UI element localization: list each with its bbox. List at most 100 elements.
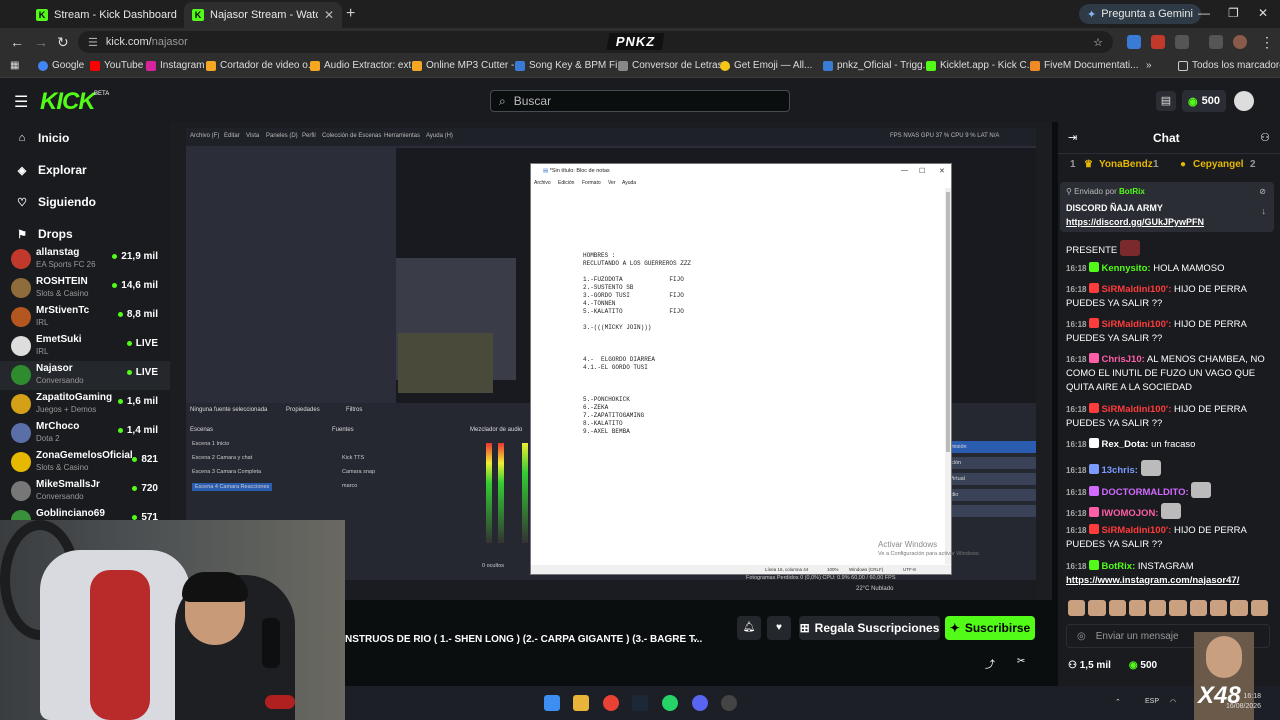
message-username[interactable]: SiRMaldini100': [1101,525,1171,536]
chat-message[interactable]: PRESENTE [1066,240,1274,258]
chat-message[interactable]: 16:18 Rex_Dota: un fracaso [1066,438,1274,452]
sidebar-channel[interactable]: EmetSuki IRL LIVE [0,332,170,361]
profile-icon[interactable] [1233,35,1247,49]
emote-icon[interactable] [1169,600,1187,616]
unpin-icon[interactable]: ⊘ [1259,187,1266,196]
emote-icon[interactable] [1128,600,1147,616]
message-username[interactable]: Rex_Dota: [1101,439,1148,450]
kick-logo[interactable]: KICK [40,88,96,116]
sidebar-item-drops[interactable]: ⚑ Drops [16,227,73,241]
chat-message[interactable]: 16:18 SiRMaldini100': HIJO DE PERRA PUEDE… [1066,524,1274,552]
chrome-icon[interactable] [603,695,619,711]
emote-icon[interactable] [1230,600,1248,616]
extension-icon[interactable] [1127,35,1141,49]
all-bookmarks[interactable]: Todos los marcadores [1178,60,1280,71]
message-username[interactable]: IWOMOJON: [1101,508,1158,519]
more-bookmarks-icon[interactable]: » [1146,60,1152,71]
sidebar-channel[interactable]: ROSHTEIN Slots & Casino 14,6 mil [0,274,170,303]
message-username[interactable]: 13chris: [1101,465,1137,476]
subscribe-button[interactable]: ✦ Suscribirse [945,616,1035,640]
sidebar-channel[interactable]: allanstag EA Sports FC 26 21,9 mil [0,245,170,274]
extensions-puzzle-icon[interactable] [1175,35,1189,49]
gift-subs-button[interactable]: ⊞ Regala Suscripciones [799,616,940,640]
share-icon[interactable]: ⤴ [985,656,995,671]
language-indicator[interactable]: ESP [1145,698,1159,705]
stream-title[interactable]: NSTRUOS DE RIO ( 1.- SHEN LONG ) (2.- CA… [345,634,702,645]
chat-message[interactable]: 16:18 Kennysito: HOLA MAMOSO [1066,262,1274,276]
points-button[interactable]: ◉ 500 [1182,90,1226,112]
expand-icon[interactable]: ↓ [1262,206,1267,216]
close-window-icon[interactable]: ✕ [1258,6,1268,20]
instagram-link[interactable]: https://www.instagram.com/najasor47/ [1066,574,1274,588]
chat-message[interactable]: 16:18 ChrisJ10: AL MENOS CHAMBEA, NO COMO… [1066,353,1274,395]
message-username[interactable]: SiRMaldini100': [1101,404,1171,415]
chat-message[interactable]: 16:18 SiRMaldini100': HIJO DE PERRA PUEDE… [1066,403,1274,431]
chat-message[interactable]: 16:18 SiRMaldini100': HIJO DE PERRA PUEDE… [1066,283,1274,311]
wifi-icon[interactable]: ◠ [1170,698,1176,706]
library-icon[interactable]: ▤ [1156,91,1176,111]
bookmark-star-icon[interactable]: ☆ [1093,36,1103,49]
chat-message[interactable]: 16:18 13chris: [1066,460,1274,478]
minimize-icon[interactable]: — [1198,6,1210,20]
steam-icon[interactable] [632,695,648,711]
bookmark-kicklet[interactable]: Kicklet.app - Kick C... [926,60,1035,71]
maximize-icon[interactable]: ❐ [1228,6,1239,20]
bookmark-get-emoji[interactable]: Get Emoji — All... [720,60,812,71]
clip-icon[interactable]: ✂ [1017,656,1025,667]
chat-message[interactable]: 16:18 DOCTORMALDITO: [1066,482,1274,500]
sidebar-channel[interactable]: Najasor Conversando LIVE [0,361,170,390]
follow-heart-icon[interactable]: ♥ [767,616,791,640]
emote-icon[interactable] [1189,600,1208,616]
bookmark-song-key[interactable]: Song Key & BPM Fi... [515,60,626,71]
tab-najasor-stream[interactable]: K Najasor Stream - Watch Live on ✕ [184,2,342,28]
message-username[interactable]: Kennysito: [1101,263,1150,274]
sidebar-channel[interactable]: MikeSmallsJr Conversando 720 [0,477,170,506]
emote-icon[interactable] [1068,600,1086,616]
apps-grid-icon[interactable]: ▦ [10,60,19,71]
menu-dots-icon[interactable]: ⋮ [1260,34,1274,51]
chat-message[interactable]: 16:18 SiRMaldini100': HIJO DE PERRA PUEDE… [1066,318,1274,346]
emote-icon[interactable] [1210,600,1228,616]
forward-icon[interactable]: → [34,34,48,50]
bookmark-youtube[interactable]: YouTube [90,60,143,71]
message-username[interactable]: BotRix: [1101,561,1135,572]
chat-message[interactable]: 16:18 IWOMOJON: [1066,503,1274,521]
bookmark-cortador[interactable]: Cortador de video o... [206,60,316,71]
message-username[interactable]: DOCTORMALDITO: [1101,487,1188,498]
sidebar-channel[interactable]: MrStivenTc IRL 8,8 mil [0,303,170,332]
new-tab-icon[interactable]: + [346,5,355,23]
bookmark-fivem[interactable]: FiveM Documentati... [1030,60,1138,71]
message-username[interactable]: SiRMaldini100': [1101,284,1171,295]
sidebar-item-siguiendo[interactable]: ♡ Siguiendo [16,195,96,209]
bell-icon[interactable]: 🔔︎ [737,616,761,640]
sidebar-channel[interactable]: ZonaGemelosOficial Slots & Casino 821 [0,448,170,477]
reload-icon[interactable]: ↻ [57,34,69,51]
bookmark-audio-extractor[interactable]: Audio Extractor: ext... [310,60,420,71]
clock[interactable]: 16:18 16/08/2026 [1226,692,1261,712]
chat-users-icon[interactable]: ⚇ [1260,131,1270,144]
url-field[interactable]: ☰ kick.com/najasor ☆ [78,31,1113,53]
chat-message[interactable]: 16:18 BotRix: INSTAGRAM [1066,560,1274,574]
search-input[interactable]: ⌕ Buscar [490,90,790,112]
emote-icon[interactable] [1108,600,1126,616]
bookmark-google[interactable]: Google [38,60,84,71]
emote-icon[interactable] [1149,600,1167,616]
message-username[interactable]: ChrisJ10: [1101,354,1144,365]
discord-icon[interactable] [692,695,708,711]
file-explorer-icon[interactable] [573,695,589,711]
bookmark-instagram[interactable]: Instagram [146,60,204,71]
chat-points[interactable]: ◉ 500 [1129,660,1157,671]
hamburger-menu-icon[interactable]: ☰ [14,92,28,112]
media-icon[interactable] [1209,35,1223,49]
message-username[interactable]: SiRMaldini100': [1101,319,1171,330]
tab-kick-dashboard[interactable]: K Stream - Kick Dashboard ✕ [28,2,180,28]
close-icon[interactable]: ✕ [324,8,334,22]
avatar[interactable] [1234,91,1254,111]
sidebar-item-inicio[interactable]: ⌂ Inicio [16,131,70,145]
sidebar-channel[interactable]: ZapatitoGaming Juegos + Demos 1,6 mil [0,390,170,419]
sidebar-channel[interactable]: MrChoco Dota 2 1,4 mil [0,419,170,448]
extension-icon[interactable] [1151,35,1165,49]
windows-start-icon[interactable] [544,695,560,711]
back-icon[interactable]: ← [10,34,24,50]
bookmark-mp3-cutter[interactable]: Online MP3 Cutter -... [412,60,523,71]
